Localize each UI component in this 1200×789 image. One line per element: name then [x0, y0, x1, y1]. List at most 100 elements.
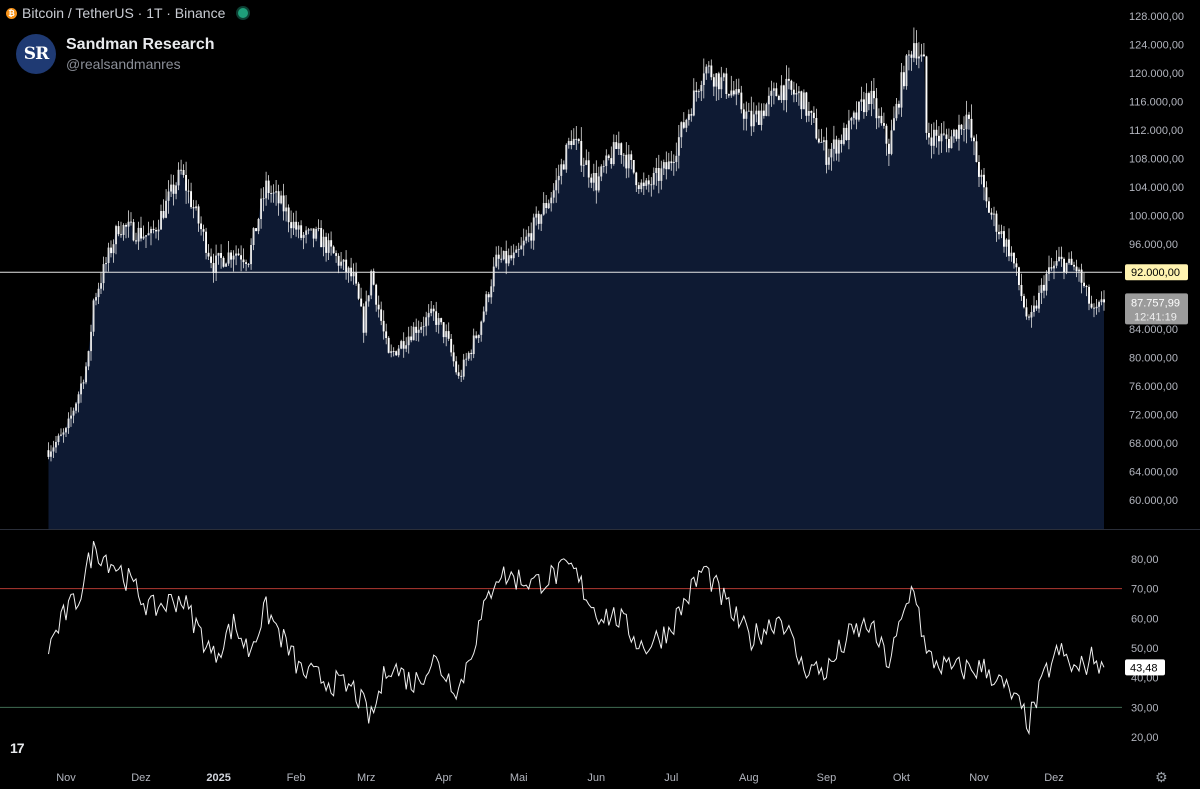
candle-body	[200, 223, 202, 230]
candle-body	[185, 175, 187, 191]
level-tag-label: 92.000,00	[1131, 267, 1180, 279]
candle-body	[197, 206, 200, 224]
candle-body	[82, 382, 85, 384]
candle-body	[1073, 264, 1075, 267]
candle-body	[527, 233, 530, 237]
price-chart[interactable]: 128.000,00 124.000,00 120.000,00 116.000,00…	[0, 0, 1200, 789]
candle-body	[975, 141, 978, 162]
gear-icon[interactable]: ⚙	[1155, 769, 1168, 786]
candle-body	[215, 255, 217, 273]
candle-body	[905, 55, 908, 87]
candle-body	[827, 157, 830, 165]
candle-body	[95, 297, 97, 301]
candle-body	[57, 435, 60, 442]
candle-body	[67, 418, 70, 429]
candle-body	[462, 359, 465, 377]
candle-body	[130, 221, 132, 223]
tradingview-logo[interactable]: 17	[10, 740, 25, 756]
time-axis-label: Mrz	[357, 772, 375, 784]
candle-body	[75, 403, 77, 411]
candle-body	[160, 211, 162, 230]
candle-body	[555, 180, 558, 191]
candle-body	[97, 288, 100, 298]
candle-body	[1093, 307, 1095, 309]
candle-body	[292, 221, 295, 229]
candle-body	[888, 143, 890, 154]
candle-body	[457, 372, 460, 376]
candle-body	[545, 203, 548, 208]
candle-body	[490, 286, 493, 298]
candle-body	[90, 331, 92, 352]
candle-body	[1040, 284, 1043, 293]
candle-body	[542, 203, 545, 215]
candle-body	[497, 254, 500, 259]
candle-body	[810, 111, 813, 113]
candle-body	[792, 89, 795, 95]
candle-body	[597, 176, 600, 191]
candle-body	[577, 139, 580, 141]
candle-body	[437, 318, 440, 325]
candle-body	[347, 267, 350, 272]
symbol-title[interactable]: Bitcoin / TetherUS · 1T · Binance	[22, 5, 225, 21]
candle-body	[315, 229, 318, 239]
candle-body	[850, 117, 853, 121]
time-axis-label: Okt	[893, 772, 910, 784]
candle-body	[590, 177, 593, 183]
candle-body	[852, 112, 855, 118]
candle-body	[990, 212, 993, 215]
candle-body	[1058, 256, 1060, 261]
candle-body	[112, 244, 115, 254]
candle-body	[757, 110, 760, 125]
candle-body	[1005, 239, 1008, 247]
candle-body	[447, 331, 450, 339]
candle-body	[858, 101, 860, 120]
candle-body	[60, 434, 62, 436]
candle-body	[682, 122, 685, 128]
candle-body	[470, 352, 473, 354]
candle-body	[923, 54, 925, 57]
candle-body	[290, 222, 293, 229]
candle-body	[65, 428, 67, 433]
price-tick-label: 128.000,00	[1129, 11, 1184, 23]
price-tick-label: 116.000,00	[1129, 96, 1183, 108]
candle	[92, 298, 95, 337]
candle-body	[815, 118, 818, 139]
candle-body	[537, 213, 540, 224]
price-tick-label: 108.000,00	[1129, 153, 1184, 165]
candle-body	[945, 134, 948, 139]
candle-body	[150, 228, 152, 234]
candle-body	[735, 89, 738, 95]
candle-body	[165, 200, 167, 218]
candle-body	[255, 228, 257, 232]
candle-body	[845, 127, 848, 140]
price-tick-label: 96.000,00	[1129, 239, 1178, 251]
candle-body	[87, 351, 90, 367]
candle-body	[272, 192, 275, 194]
candle-body	[207, 252, 210, 257]
candle-body	[780, 85, 783, 100]
candle-body	[250, 245, 252, 265]
candle-body	[452, 352, 455, 362]
candle-body	[1095, 306, 1098, 309]
candle-body	[1065, 262, 1068, 273]
time-axis-label: Dez	[1044, 772, 1064, 784]
symbol-bar[interactable]: ₿ Bitcoin / TetherUS · 1T · Binance	[6, 3, 251, 23]
candle-body	[352, 272, 355, 277]
candle-body	[1015, 263, 1018, 268]
candle-body	[1020, 285, 1023, 297]
candle-body	[1078, 269, 1080, 272]
candle-body	[837, 140, 840, 154]
candle-body	[312, 228, 315, 239]
candle-body	[983, 174, 985, 188]
candle-body	[707, 65, 710, 67]
candle-body	[110, 247, 112, 254]
candle-body	[495, 254, 498, 267]
candle-body	[1050, 267, 1053, 269]
candle-body	[460, 375, 463, 377]
candle-body	[652, 173, 655, 185]
candle-body	[492, 266, 495, 287]
price-tick-label: 100.000,00	[1129, 210, 1184, 222]
last-price-label: 87.757,99	[1131, 297, 1180, 309]
candle-body	[855, 112, 858, 120]
candle-body	[657, 168, 660, 181]
